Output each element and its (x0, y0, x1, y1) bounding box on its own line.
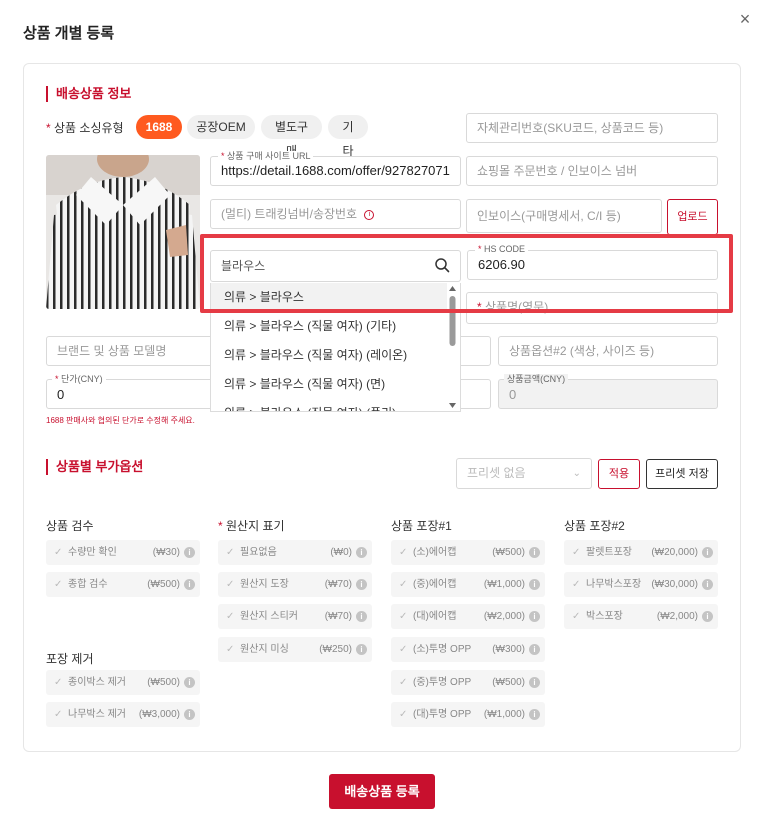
info-icon[interactable]: i (702, 611, 713, 622)
option-pack1-opp-s[interactable]: ✓ (소)투명 OPP (₩300) i (391, 637, 545, 662)
hs-dropdown-item[interactable]: 의류 > 블라우스 (211, 283, 447, 312)
option-pack2-box[interactable]: ✓ 박스포장 (₩2,000) i (564, 604, 718, 629)
check-icon: ✓ (54, 579, 63, 590)
option-inspection-full[interactable]: ✓ 종합 검수 (₩500) i (46, 572, 200, 597)
check-icon: ✓ (399, 547, 408, 558)
tracking-placeholder: (멀티) 트래킹넘버/송장번호 (221, 207, 358, 221)
check-icon: ✓ (54, 709, 63, 720)
hs-dropdown-list: 의류 > 블라우스 의류 > 블라우스 (직물 여자) (기타) 의류 > 블라… (210, 283, 461, 412)
group-title-pack1: 상품 포장#1 (391, 519, 452, 533)
hs-code-input[interactable]: 6206.90 (467, 250, 718, 280)
hs-search-input[interactable]: 블라우스 (210, 250, 461, 282)
info-icon[interactable]: i (529, 547, 540, 558)
option2-input[interactable]: 상품옵션#2 (색상, 사이즈 등) (498, 336, 718, 366)
product-image (46, 155, 200, 309)
section-title-shipping: 배송상품 정보 (46, 86, 131, 102)
check-icon: ✓ (226, 547, 235, 558)
check-icon: ✓ (572, 611, 581, 622)
sourcing-option-oem[interactable]: 공장OEM (187, 115, 255, 139)
check-icon: ✓ (399, 644, 408, 655)
check-icon: ✓ (54, 547, 63, 558)
upload-button[interactable]: 업로드 (667, 199, 718, 235)
hs-dropdown-item[interactable]: 의류 > 블라우스 (직물 여자) (기타) (211, 312, 447, 341)
info-icon[interactable]: i (702, 579, 713, 590)
close-icon[interactable]: × (736, 10, 754, 28)
invoice-input[interactable]: 인보이스(구매명세서, C/I 등) (466, 199, 662, 233)
info-icon[interactable]: i (356, 611, 367, 622)
save-preset-button[interactable]: 프리셋 저장 (646, 459, 718, 489)
option-pack1-aircap-m[interactable]: ✓ (중)에어캡 (₩1,000) i (391, 572, 545, 597)
info-icon[interactable]: i (529, 611, 540, 622)
info-icon[interactable]: i (364, 209, 375, 220)
group-title-inspection: 상품 검수 (46, 519, 94, 533)
chevron-down-icon: ⌄ (572, 468, 581, 479)
info-icon[interactable]: i (702, 547, 713, 558)
tracking-number-input[interactable]: (멀티) 트래킹넘버/송장번호 i (210, 199, 461, 229)
option-origin-stamp[interactable]: ✓ 원산지 도장 (₩70) i (218, 572, 372, 597)
info-icon[interactable]: i (184, 709, 195, 720)
sourcing-option-other[interactable]: 기타 (328, 115, 368, 158)
option-remove-woodbox[interactable]: ✓ 나무박스 제거 (₩3,000) i (46, 702, 200, 727)
info-icon[interactable]: i (529, 709, 540, 720)
option-pack2-woodbox[interactable]: ✓ 나무박스포장 (₩30,000) i (564, 572, 718, 597)
sourcing-label: * 상품 소싱유형 (46, 121, 124, 135)
hs-dropdown-item[interactable]: 의류 > 블라우스 (직물 여자) (레이온) (211, 341, 447, 370)
check-icon: ✓ (572, 547, 581, 558)
hs-code-label: * HS CODE (475, 244, 529, 254)
hs-dropdown-item[interactable]: 의류 > 블라우스 (직물 여자) (폴리) (211, 399, 447, 411)
option-pack2-pallet[interactable]: ✓ 팔렛트포장 (₩20,000) i (564, 540, 718, 565)
product-name-en-input[interactable]: * 상품명(영문) (466, 292, 718, 324)
hs-dropdown-item[interactable]: 의류 > 블라우스 (직물 여자) (면) (211, 370, 447, 399)
info-icon[interactable]: i (184, 547, 195, 558)
total-price-label: 상품금액(CNY) (504, 374, 569, 384)
check-icon: ✓ (399, 611, 408, 622)
check-icon: ✓ (399, 579, 408, 590)
check-icon: ✓ (399, 709, 408, 720)
apply-preset-button[interactable]: 적용 (598, 459, 640, 489)
section-title-addons: 상품별 부가옵션 (46, 459, 143, 475)
search-icon[interactable] (434, 257, 450, 273)
unit-price-label: * 단가(CNY) (52, 374, 106, 384)
info-icon[interactable]: i (529, 677, 540, 688)
info-icon[interactable]: i (356, 644, 367, 655)
option-remove-paperbox[interactable]: ✓ 종이박스 제거 (₩500) i (46, 670, 200, 695)
info-icon[interactable]: i (529, 644, 540, 655)
option-pack1-aircap-l[interactable]: ✓ (대)에어캡 (₩2,000) i (391, 604, 545, 629)
modal-title: 상품 개별 등록 (23, 25, 115, 42)
option-origin-sticker[interactable]: ✓ 원산지 스티커 (₩70) i (218, 604, 372, 629)
info-icon[interactable]: i (356, 579, 367, 590)
check-icon: ✓ (226, 644, 235, 655)
check-icon: ✓ (226, 579, 235, 590)
sourcing-option-separate[interactable]: 별도구매 (261, 115, 322, 158)
option-pack1-opp-m[interactable]: ✓ (중)투명 OPP (₩500) i (391, 670, 545, 695)
info-icon[interactable]: i (356, 547, 367, 558)
sku-input[interactable]: 자체관리번호(SKU코드, 상품코드 등) (466, 113, 718, 143)
check-icon: ✓ (54, 677, 63, 688)
option-inspection-qty[interactable]: ✓ 수량만 확인 (₩30) i (46, 540, 200, 565)
submit-shipping-product-button[interactable]: 배송상품 등록 (329, 774, 435, 809)
blouse-image (46, 155, 200, 309)
info-icon[interactable]: i (529, 579, 540, 590)
group-title-remove: 포장 제거 (46, 652, 94, 666)
price-hint: 1688 판매사와 협의된 단가로 수정해 주세요. (46, 416, 195, 425)
check-icon: ✓ (226, 611, 235, 622)
sourcing-option-1688[interactable]: 1688 (136, 115, 182, 139)
order-number-input[interactable]: 쇼핑몰 주문번호 / 인보이스 넘버 (466, 156, 718, 186)
info-icon[interactable]: i (184, 677, 195, 688)
preset-select[interactable]: 프리셋 없음 ⌄ (456, 458, 592, 489)
info-icon[interactable]: i (184, 579, 195, 590)
purchase-url-label: * 상품 구매 사이트 URL (218, 151, 314, 161)
option-origin-none[interactable]: ✓ 필요없음 (₩0) i (218, 540, 372, 565)
option-pack1-aircap-s[interactable]: ✓ (소)에어캡 (₩500) i (391, 540, 545, 565)
dropdown-scrollbar[interactable] (445, 283, 460, 412)
option-pack1-opp-l[interactable]: ✓ (대)투명 OPP (₩1,000) i (391, 702, 545, 727)
check-icon: ✓ (572, 579, 581, 590)
group-title-pack2: 상품 포장#2 (564, 519, 625, 533)
check-icon: ✓ (399, 677, 408, 688)
option-origin-sewing[interactable]: ✓ 원산지 미싱 (₩250) i (218, 637, 372, 662)
group-title-origin: * 원산지 표기 (218, 519, 285, 533)
